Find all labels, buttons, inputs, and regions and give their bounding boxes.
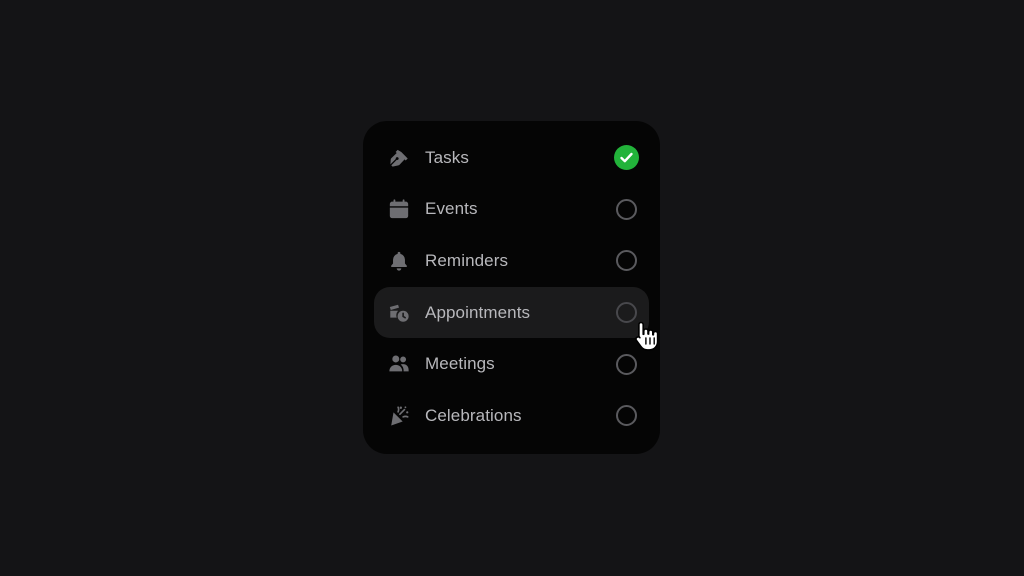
checkbox-unchecked[interactable]	[616, 405, 637, 427]
list-item-label: Tasks	[425, 147, 469, 167]
checkbox-unchecked[interactable]	[616, 198, 637, 220]
list-item-label: Meetings	[425, 354, 495, 374]
party-popper-icon	[388, 405, 410, 427]
list-item-tasks[interactable]: Tasks	[374, 132, 649, 184]
list-item-label: Celebrations	[425, 405, 522, 425]
calendar-icon	[388, 198, 410, 220]
list-item-label: Reminders	[425, 250, 509, 270]
checkbox-checked[interactable]	[614, 145, 639, 171]
checkbox-unchecked[interactable]	[616, 302, 637, 324]
category-list-card: Tasks Events Reminders Appointments Meet…	[363, 121, 660, 454]
list-item-label: Appointments	[425, 302, 531, 322]
list-item-reminders[interactable]: Reminders	[374, 235, 649, 287]
clock-stack-icon	[388, 302, 410, 324]
bell-icon	[388, 250, 410, 272]
list-item-celebrations[interactable]: Celebrations	[374, 390, 649, 442]
list-item-appointments[interactable]: Appointments	[374, 286, 649, 339]
checkmark-icon	[614, 145, 639, 171]
list-item-events[interactable]: Events	[374, 184, 649, 236]
list-item-label: Events	[425, 199, 478, 219]
list-item-meetings[interactable]: Meetings	[374, 338, 649, 390]
checkbox-unchecked[interactable]	[616, 353, 637, 375]
pen-icon	[388, 147, 410, 169]
checkbox-unchecked[interactable]	[616, 250, 637, 272]
people-icon	[388, 353, 410, 375]
